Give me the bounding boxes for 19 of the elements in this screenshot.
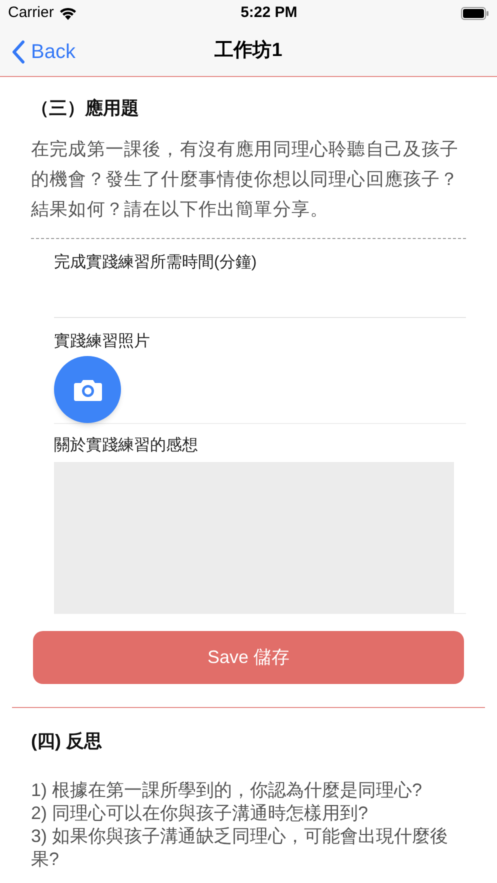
chevron-left-icon (11, 40, 25, 64)
section-heading: (四) 反思 (31, 730, 103, 753)
camera-button[interactable] (54, 356, 121, 423)
save-button[interactable]: Save 儲存 (33, 631, 464, 684)
back-button[interactable]: Back (11, 36, 76, 66)
wifi-icon (58, 7, 77, 20)
reflection-question: 1) 根據在第一課所學到的，你認為什麼是同理心? (31, 779, 424, 802)
reflection-question: 2) 同理心可以在你與孩子溝通時怎樣用到? (31, 802, 370, 825)
carrier-label: Carrier (8, 3, 54, 24)
field-label: 完成實踐練習所需時間(分鐘) (54, 252, 258, 273)
field-label: 實踐練習照片 (54, 332, 151, 352)
question-text: 在完成第一課後，有沒有應用同理心聆聽自己及孩子的機會？發生了什麼事情使你想以同理心回應孩子？結果如何？請在以下作出簡單分享。 (31, 138, 460, 221)
status-time: 5:22 PM (240, 3, 298, 24)
camera-icon (72, 378, 102, 402)
reflection-question: 3) 如果你與孩子溝通缺乏同理心，可能會出現什麼後果? (31, 825, 450, 871)
battery-icon (460, 7, 489, 20)
nav-title: 工作坊1 (214, 38, 282, 64)
field-label: 關於實踐練習的感想 (54, 436, 199, 456)
section-heading: （三）應用題 (31, 97, 140, 120)
